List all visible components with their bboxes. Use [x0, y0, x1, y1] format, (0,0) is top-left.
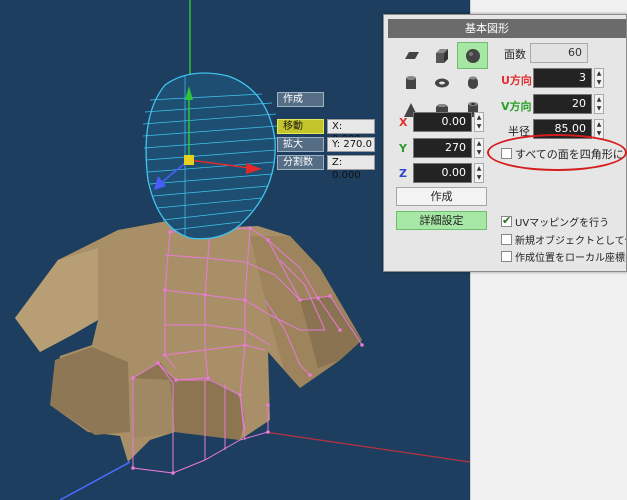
z-position-field[interactable]: 0.00 — [413, 163, 472, 183]
faces-label: 面数 — [504, 48, 526, 61]
sphere-head-wireframe — [142, 72, 278, 240]
u-direction-label: U方向 — [501, 74, 532, 87]
uv-mapping-label: UVマッピングを行う — [515, 218, 610, 229]
gizmo-center-handle — [184, 155, 194, 165]
x-axis-line — [264, 431, 471, 463]
create-button[interactable]: 作成 — [396, 187, 487, 206]
scale-mode-button[interactable]: 拡大 — [277, 137, 324, 152]
x-readout: X: 0.000 — [327, 119, 375, 145]
y-label: Y — [399, 142, 407, 155]
y-readout: Y: 270.0 — [327, 137, 375, 152]
y-spinner[interactable]: ▲ ▼ — [474, 138, 484, 158]
detail-settings-button[interactable]: 詳細設定 — [396, 211, 487, 230]
z-spinner[interactable]: ▲ ▼ — [474, 163, 484, 183]
radius-spinner[interactable]: ▲ ▼ — [594, 119, 604, 139]
shape-palette — [395, 42, 489, 123]
z-axis-line — [59, 461, 131, 500]
divisions-button[interactable]: 分割数 — [277, 155, 324, 170]
annotation-highlight-ellipse — [487, 134, 627, 171]
capsule-icon[interactable] — [457, 69, 488, 96]
u-spinner[interactable]: ▲ ▼ — [594, 68, 604, 88]
v-direction-field[interactable]: 20 — [533, 94, 592, 114]
move-mode-button[interactable]: 移動 — [277, 119, 324, 134]
plane-icon[interactable] — [395, 42, 426, 69]
sphere-icon[interactable] — [457, 42, 488, 69]
z-label: Z — [399, 167, 407, 180]
faces-field: 60 — [530, 43, 588, 63]
create-gizmo-button[interactable]: 作成 — [277, 92, 324, 107]
y-position-field[interactable]: 270 — [413, 138, 472, 158]
dialog-title: 基本図形 — [388, 19, 626, 38]
local-coords-checkbox[interactable] — [501, 251, 512, 262]
torus-icon[interactable] — [426, 69, 457, 96]
x-label: X — [399, 116, 408, 129]
new-object-checkbox[interactable] — [501, 234, 512, 245]
u-direction-field[interactable]: 3 — [533, 68, 592, 88]
v-direction-label: V方向 — [501, 100, 532, 113]
uv-mapping-checkbox[interactable] — [501, 214, 512, 227]
cube-icon[interactable] — [426, 42, 457, 69]
x-position-field[interactable]: 0.00 — [413, 112, 472, 132]
cylinder-icon[interactable] — [395, 69, 426, 96]
x-spinner[interactable]: ▲ ▼ — [474, 112, 484, 132]
z-readout: Z: 0.000 — [327, 155, 375, 181]
new-object-label: 新規オブジェクトとして作成 — [515, 236, 626, 247]
local-coords-label: 作成位置をローカル座標の基 — [515, 253, 626, 264]
v-spinner[interactable]: ▲ ▼ — [594, 94, 604, 114]
